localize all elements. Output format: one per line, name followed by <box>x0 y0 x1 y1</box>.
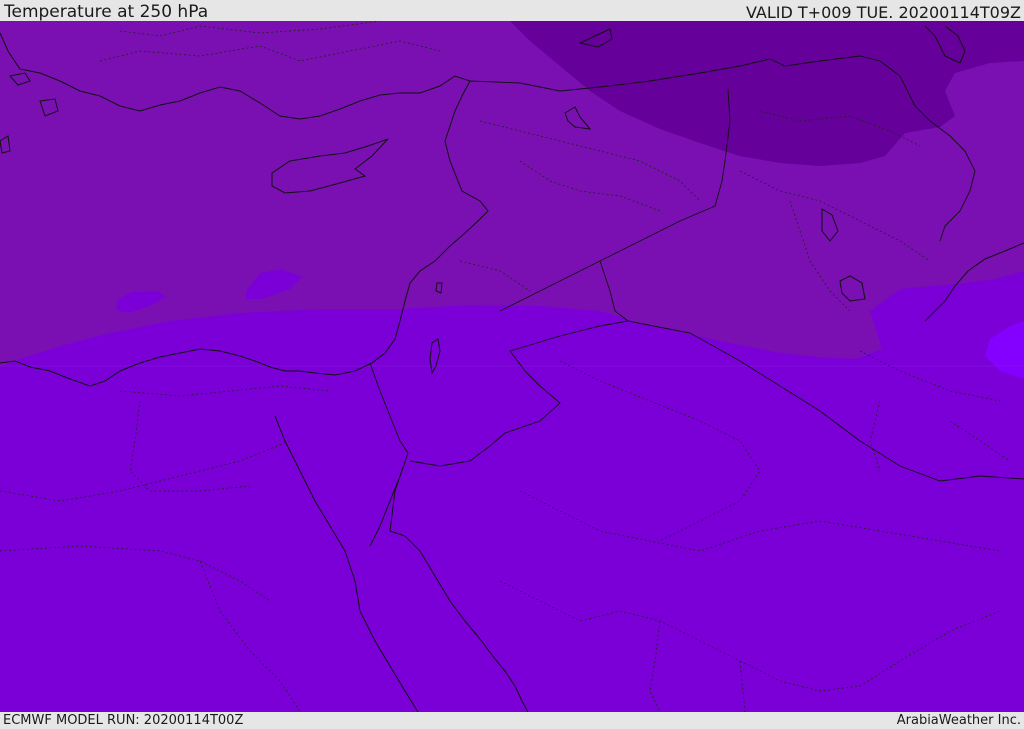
map-title: Temperature at 250 hPa <box>4 2 209 22</box>
weather-map-frame: Temperature at 250 hPa VALID T+009 TUE. … <box>0 0 1024 729</box>
credit-label: ArabiaWeather Inc. <box>896 713 1021 728</box>
header-bar: Temperature at 250 hPa VALID T+009 TUE. … <box>0 0 1024 22</box>
valid-time: VALID T+009 TUE. 20200114T09Z <box>745 3 1021 22</box>
model-run-label: ECMWF MODEL RUN: 20200114T00Z <box>3 713 244 728</box>
temperature-map[interactable] <box>0 21 1024 712</box>
map-canvas <box>0 21 1024 712</box>
footer-bar: ECMWF MODEL RUN: 20200114T00Z ArabiaWeat… <box>0 712 1024 729</box>
